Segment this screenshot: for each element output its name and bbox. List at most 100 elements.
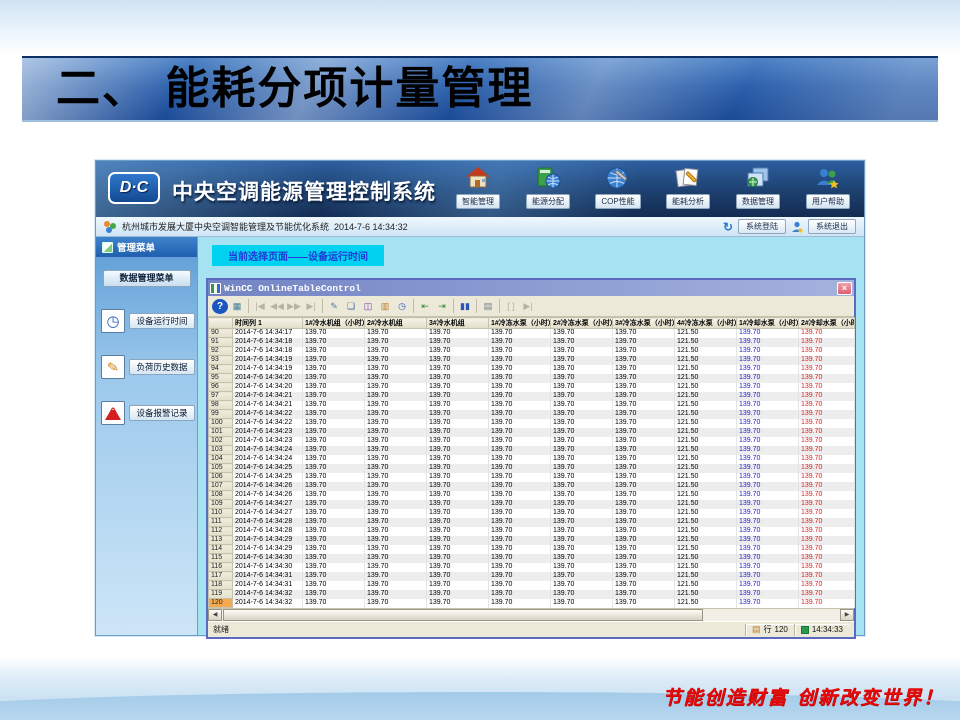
sidebar-section-data-menu[interactable]: 数据管理菜单	[103, 270, 191, 287]
table-row[interactable]: 982014-7-6 14:34:21139.70139.70139.70139…	[209, 401, 855, 410]
export-begin-icon[interactable]: ⇤	[417, 298, 433, 314]
table-row[interactable]: 1032014-7-6 14:34:24139.70139.70139.7013…	[209, 446, 855, 455]
table-row[interactable]: 1042014-7-6 14:34:24139.70139.70139.7013…	[209, 455, 855, 464]
row-number-cell[interactable]: 96	[209, 383, 233, 392]
row-number-cell[interactable]: 112	[209, 527, 233, 536]
row-number-cell[interactable]: 102	[209, 437, 233, 446]
config-dialog-icon[interactable]: ▦	[229, 298, 245, 314]
row-number-cell[interactable]: 94	[209, 365, 233, 374]
sidebar-item-2[interactable]: ✎负荷历史数据	[101, 355, 197, 379]
nav-button-5[interactable]: 数据管理	[726, 164, 790, 209]
column-header-5[interactable]: 1#冷冻水泵（小时）	[489, 318, 551, 329]
row-number-cell[interactable]: 117	[209, 572, 233, 581]
table-row[interactable]: 1062014-7-6 14:34:25139.70139.70139.7013…	[209, 473, 855, 482]
table-row[interactable]: 1082014-7-6 14:34:26139.70139.70139.7013…	[209, 491, 855, 500]
table-row[interactable]: 952014-7-6 14:34:20139.70139.70139.70139…	[209, 374, 855, 383]
row-number-cell[interactable]: 110	[209, 509, 233, 518]
row-number-cell[interactable]: 90	[209, 329, 233, 338]
sidebar-item-3[interactable]: !设备报警记录	[101, 401, 197, 425]
table-row[interactable]: 1202014-7-6 14:34:32139.70139.70139.7013…	[209, 599, 855, 608]
table-row[interactable]: 972014-7-6 14:34:21139.70139.70139.70139…	[209, 392, 855, 401]
table-row[interactable]: 1012014-7-6 14:34:23139.70139.70139.7013…	[209, 428, 855, 437]
help-icon[interactable]: ?	[212, 299, 228, 314]
nav-button-2[interactable]: 能源分配	[516, 164, 580, 209]
row-number-cell[interactable]: 104	[209, 455, 233, 464]
pause-icon[interactable]: ▮▮	[457, 298, 473, 314]
table-row[interactable]: 1162014-7-6 14:34:30139.70139.70139.7013…	[209, 563, 855, 572]
row-number-cell[interactable]: 111	[209, 518, 233, 527]
table-row[interactable]: 1152014-7-6 14:34:30139.70139.70139.7013…	[209, 554, 855, 563]
row-number-cell[interactable]: 105	[209, 464, 233, 473]
column-header-9[interactable]: 1#冷却水泵（小时）	[737, 318, 799, 329]
row-number-cell[interactable]: 107	[209, 482, 233, 491]
row-number-cell[interactable]: 115	[209, 554, 233, 563]
column-header-7[interactable]: 3#冷冻水泵（小时）	[613, 318, 675, 329]
nav-button-1[interactable]: 智能管理	[446, 164, 510, 209]
column-header-10[interactable]: 2#冷却水泵（小时）	[799, 318, 855, 329]
table-row[interactable]: 1172014-7-6 14:34:31139.70139.70139.7013…	[209, 572, 855, 581]
row-number-cell[interactable]: 97	[209, 392, 233, 401]
sidebar-item-1[interactable]: ◷设备运行时间	[101, 309, 197, 333]
scrollbar-thumb[interactable]	[223, 609, 703, 621]
value-cell: 139.70	[303, 383, 365, 392]
table-row[interactable]: 1072014-7-6 14:34:26139.70139.70139.7013…	[209, 482, 855, 491]
row-number-cell[interactable]: 114	[209, 545, 233, 554]
row-number-cell[interactable]: 92	[209, 347, 233, 356]
table-row[interactable]: 912014-7-6 14:34:18139.70139.70139.70139…	[209, 338, 855, 347]
row-number-cell[interactable]: 109	[209, 500, 233, 509]
table-row[interactable]: 962014-7-6 14:34:20139.70139.70139.70139…	[209, 383, 855, 392]
scroll-right-arrow[interactable]: ▶	[840, 609, 854, 621]
table-row[interactable]: 942014-7-6 14:34:19139.70139.70139.70139…	[209, 365, 855, 374]
row-number-cell[interactable]: 91	[209, 338, 233, 347]
nav-button-6[interactable]: 用户帮助	[796, 164, 860, 209]
row-number-cell[interactable]: 118	[209, 581, 233, 590]
column-header-8[interactable]: 4#冷冻水泵（小时）	[675, 318, 737, 329]
row-number-cell[interactable]: 108	[209, 491, 233, 500]
row-number-cell[interactable]: 119	[209, 590, 233, 599]
table-row[interactable]: 1192014-7-6 14:34:32139.70139.70139.7013…	[209, 590, 855, 599]
row-number-cell[interactable]: 101	[209, 428, 233, 437]
time-range-icon[interactable]: ◷	[394, 298, 410, 314]
system-login-button[interactable]: 系统登陆	[738, 219, 786, 234]
table-row[interactable]: 1132014-7-6 14:34:29139.70139.70139.7013…	[209, 536, 855, 545]
row-number-cell[interactable]: 100	[209, 419, 233, 428]
table-row[interactable]: 922014-7-6 14:34:18139.70139.70139.70139…	[209, 347, 855, 356]
column-header-2[interactable]: 1#冷水机组（小时）	[303, 318, 365, 329]
row-number-cell[interactable]: 98	[209, 401, 233, 410]
nav-button-3[interactable]: COP性能	[586, 164, 650, 209]
table-row[interactable]: 932014-7-6 14:34:19139.70139.70139.70139…	[209, 356, 855, 365]
column-header-1[interactable]: 时间列 1	[233, 318, 303, 329]
column-select-icon[interactable]: ◫	[360, 298, 376, 314]
print-icon[interactable]: ▤	[480, 298, 496, 314]
column-header-6[interactable]: 2#冷冻水泵（小时）	[551, 318, 613, 329]
row-number-cell[interactable]: 120	[209, 599, 233, 608]
table-row[interactable]: 992014-7-6 14:34:22139.70139.70139.70139…	[209, 410, 855, 419]
table-row[interactable]: 1142014-7-6 14:34:29139.70139.70139.7013…	[209, 545, 855, 554]
export-end-icon[interactable]: ⇥	[434, 298, 450, 314]
scroll-left-arrow[interactable]: ◀	[208, 609, 222, 621]
table-row[interactable]: 1052014-7-6 14:34:25139.70139.70139.7013…	[209, 464, 855, 473]
column-header-3[interactable]: 2#冷水机组	[365, 318, 427, 329]
row-number-cell[interactable]: 93	[209, 356, 233, 365]
table-row[interactable]: 1092014-7-6 14:34:27139.70139.70139.7013…	[209, 500, 855, 509]
row-number-cell[interactable]: 116	[209, 563, 233, 572]
table-row[interactable]: 1002014-7-6 14:34:22139.70139.70139.7013…	[209, 419, 855, 428]
statistics-icon[interactable]: ▥	[377, 298, 393, 314]
row-number-cell[interactable]: 103	[209, 446, 233, 455]
table-row[interactable]: 1022014-7-6 14:34:23139.70139.70139.7013…	[209, 437, 855, 446]
row-number-cell[interactable]: 95	[209, 374, 233, 383]
row-number-cell[interactable]: 99	[209, 410, 233, 419]
system-exit-button[interactable]: 系统退出	[808, 219, 856, 234]
nav-button-4[interactable]: 能耗分析	[656, 164, 720, 209]
column-header-4[interactable]: 3#冷水机组	[427, 318, 489, 329]
table-row[interactable]: 902014-7-6 14:34:17139.70139.70139.70139…	[209, 329, 855, 338]
row-number-cell[interactable]: 106	[209, 473, 233, 482]
row-number-cell[interactable]: 113	[209, 536, 233, 545]
table-row[interactable]: 1182014-7-6 14:34:31139.70139.70139.7013…	[209, 581, 855, 590]
copy-icon[interactable]: ❏	[343, 298, 359, 314]
close-icon[interactable]: ×	[837, 282, 852, 295]
table-row[interactable]: 1112014-7-6 14:34:28139.70139.70139.7013…	[209, 518, 855, 527]
table-row[interactable]: 1102014-7-6 14:34:27139.70139.70139.7013…	[209, 509, 855, 518]
table-row[interactable]: 1122014-7-6 14:34:28139.70139.70139.7013…	[209, 527, 855, 536]
edit-icon[interactable]: ✎	[326, 298, 342, 314]
